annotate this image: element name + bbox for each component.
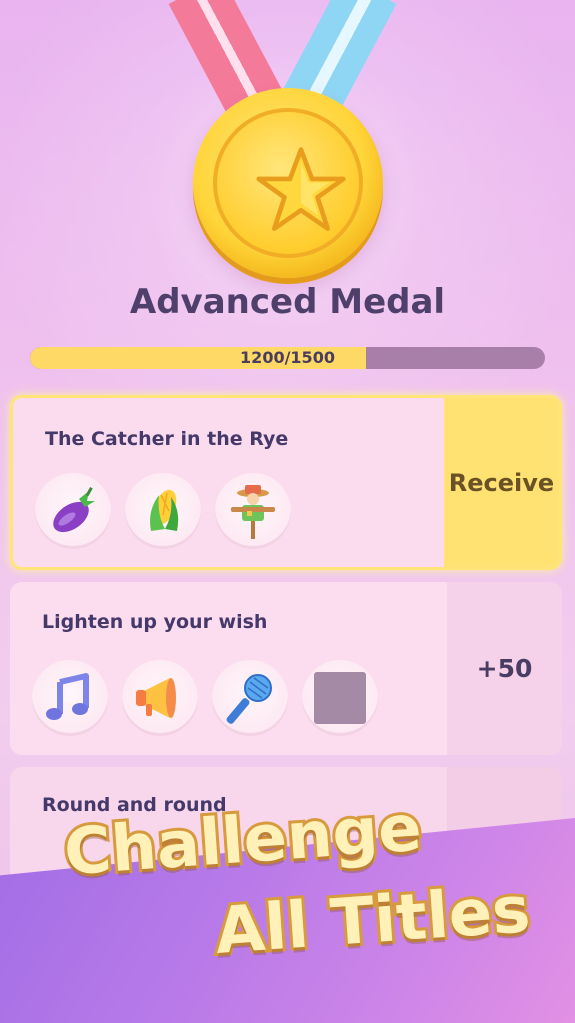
medal-progress-bar: 1200/1500 xyxy=(30,347,545,369)
eggplant-item xyxy=(35,473,111,549)
megaphone-item xyxy=(122,660,198,736)
music-note-item xyxy=(32,660,108,736)
scarecrow-item xyxy=(215,473,291,549)
star-icon xyxy=(256,147,346,231)
scarecrow-icon xyxy=(231,485,275,539)
progress-text: 1200/1500 xyxy=(240,348,335,367)
corn-item xyxy=(125,473,201,549)
microphone-icon xyxy=(226,674,272,724)
microphone-item xyxy=(212,660,288,736)
gold-medal-icon xyxy=(193,88,383,278)
reward-value[interactable]: +50 xyxy=(447,582,562,755)
placeholder-icon xyxy=(314,672,366,724)
eggplant-icon xyxy=(53,487,95,533)
medal-title: Advanced Medal xyxy=(129,282,446,322)
receive-button[interactable]: Receive xyxy=(444,398,559,567)
challenge-title: The Catcher in the Rye xyxy=(45,428,289,450)
challenge-card: The Catcher in the Rye Receive xyxy=(10,395,562,570)
locked-item-slot xyxy=(302,660,378,736)
corn-icon xyxy=(150,489,179,531)
music-note-icon xyxy=(46,673,89,720)
megaphone-icon xyxy=(136,678,176,718)
challenge-title: Lighten up your wish xyxy=(42,611,268,633)
challenge-card: Lighten up your wish +50 xyxy=(10,582,562,755)
